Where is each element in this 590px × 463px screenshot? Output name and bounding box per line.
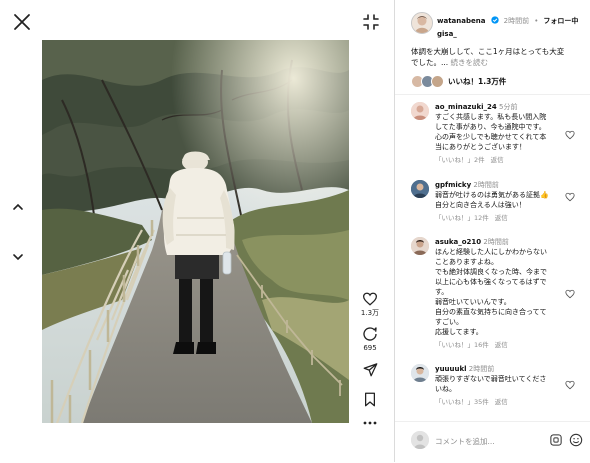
read-more-link[interactable]: 続きを読む (451, 58, 489, 67)
comment-likes[interactable]: 「いいね！」16件 (435, 341, 489, 349)
verified-badge-icon (490, 16, 499, 24)
like-count: 1.3万 (360, 309, 380, 317)
heart-icon[interactable] (362, 292, 378, 306)
reply-button[interactable]: 返信 (495, 214, 508, 222)
caption-line-2: でした。... (411, 58, 451, 67)
share-action[interactable] (356, 362, 384, 377)
comment-time: 2時間前 (473, 181, 499, 189)
reply-button[interactable]: 返信 (495, 398, 508, 406)
more-action[interactable] (356, 420, 384, 426)
comment-item: asuka_o210 2時間前 ほんと経験した人にしかわからない ことありますよ… (411, 237, 587, 351)
comment-text: 頑張りすぎないで弱音吐いてくださ いね。 (435, 375, 547, 393)
comment-input[interactable]: コメントを追加... (435, 436, 495, 447)
post-time: 2時間前 (503, 17, 530, 25)
likes-count[interactable]: いいね！1.3万件 (448, 76, 506, 87)
post-photo[interactable] (42, 40, 349, 423)
avatar[interactable] (411, 102, 429, 120)
shrink-icon[interactable] (362, 13, 380, 31)
post-username[interactable]: watanabena (437, 17, 485, 25)
close-icon[interactable] (12, 12, 32, 32)
chevron-up-icon[interactable] (11, 200, 25, 214)
heart-icon[interactable] (565, 289, 575, 299)
likes-summary[interactable]: いいね！1.3万件 (411, 74, 506, 88)
bookmark-icon[interactable] (363, 392, 377, 407)
gif-icon[interactable] (550, 434, 562, 446)
comment-text: ほんと経験した人にしかわからない ことありますよね。 でも絶対体調良くなった時、… (435, 248, 547, 336)
caption-line-1: 体調を大崩しして、ここ1ヶ月はとっても大変 (411, 47, 565, 56)
comment-action[interactable]: 695 (356, 326, 384, 352)
comment-icon[interactable] (362, 326, 378, 342)
comment-likes[interactable]: 「いいね！」2件 (435, 156, 485, 164)
comment-composer: コメントを追加... (395, 421, 590, 463)
comment-item: ao_minazuki_24 5分前 すごく共感します。私も長い間入院 してた事… (411, 102, 587, 166)
comment-time: 5分前 (499, 103, 518, 111)
comment-text: すごく共感します。私も長い間入院 してた事があり、今も通院中です。 心の声を少し… (435, 113, 547, 151)
chevron-down-icon[interactable] (11, 250, 25, 264)
comment-username[interactable]: yuuuukl (435, 365, 467, 373)
comment-username[interactable]: ao_minazuki_24 (435, 103, 497, 111)
reply-button[interactable]: 返信 (491, 156, 504, 164)
avatar[interactable] (411, 180, 429, 198)
divider (395, 94, 590, 95)
more-icon[interactable] (363, 420, 377, 426)
save-action[interactable] (356, 392, 384, 407)
reply-button[interactable]: 返信 (495, 341, 508, 349)
liker-avatar (431, 74, 444, 88)
avatar (411, 431, 429, 449)
avatar[interactable] (411, 12, 433, 34)
heart-icon[interactable] (565, 380, 575, 390)
comment-time: 2時間前 (483, 238, 509, 246)
send-icon[interactable] (363, 362, 378, 377)
comment-text: 弱音が吐けるのは勇気がある証拠👍 自分と向き合える人は強い！ (435, 191, 549, 209)
avatar[interactable] (411, 237, 429, 255)
post-details-panel: watanabena 2時間前 • フォロー中 gisa_ 体調を大崩しして、こ… (394, 0, 590, 462)
heart-icon[interactable] (565, 130, 575, 140)
media-viewer: 1.3万 695 (0, 0, 394, 462)
dot-separator: • (534, 17, 539, 25)
like-action[interactable]: 1.3万 (356, 292, 384, 318)
following-button[interactable]: フォロー中 (543, 17, 578, 25)
post-caption: 体調を大崩しして、ここ1ヶ月はとっても大変 でした。... 続きを読む (411, 46, 583, 68)
smiley-icon[interactable] (569, 433, 583, 447)
comment-item: yuuuukl 2時間前 頑張りすぎないで弱音吐いてくださ いね。 「いいね！」… (411, 364, 587, 410)
garden-photo (42, 40, 349, 423)
heart-icon[interactable] (565, 192, 575, 202)
post-header: watanabena 2時間前 • フォロー中 gisa_ (395, 0, 590, 42)
avatar[interactable] (411, 364, 429, 382)
post-username-cont[interactable]: gisa_ (437, 30, 457, 38)
comment-username[interactable]: asuka_o210 (435, 238, 481, 246)
comment-time: 2時間前 (468, 365, 495, 373)
comment-item: gpfmicky 2時間前 弱音が吐けるのは勇気がある証拠👍 自分と向き合える人… (411, 180, 587, 224)
comment-likes[interactable]: 「いいね！」12件 (435, 214, 489, 222)
comment-likes[interactable]: 「いいね！」35件 (435, 398, 489, 406)
comment-username[interactable]: gpfmicky (435, 181, 471, 189)
comment-count: 695 (363, 344, 377, 352)
